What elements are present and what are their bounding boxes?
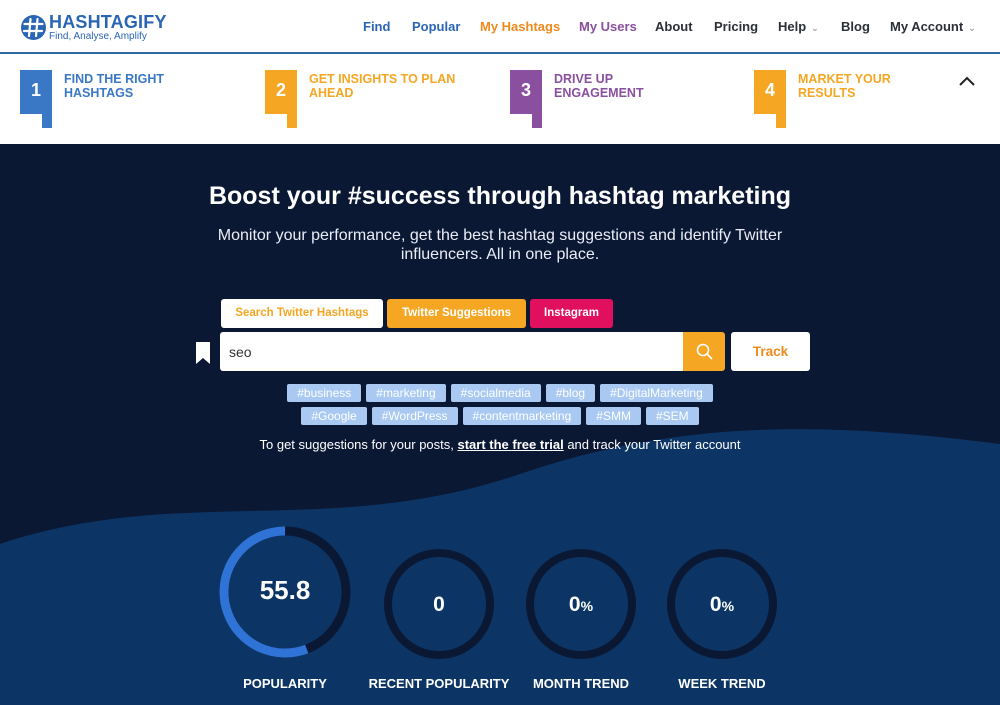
nav-about-label: About [655, 19, 693, 34]
step-text: DRIVE UP ENGAGEMENT [554, 72, 644, 100]
month-trend-unit: % [580, 598, 594, 614]
popularity-label: POPULARITY [243, 676, 327, 691]
hashtag-chip[interactable]: #Google [301, 407, 367, 425]
steps-bar: 1 FIND THE RIGHT HASHTAGS 2 GET INSIGHTS… [0, 56, 1000, 144]
tab-twitter-suggestions[interactable]: Twitter Suggestions [387, 299, 526, 328]
nav-my-account[interactable]: My Account ⌄ [890, 19, 976, 34]
month-trend-gauge: 0% [525, 548, 637, 660]
nav-help[interactable]: Help ⌄ [778, 19, 819, 34]
step-stem [776, 106, 786, 128]
hashtag-chip[interactable]: #SMM [586, 407, 641, 425]
track-button[interactable]: Track [731, 332, 810, 371]
trial-text-before: To get suggestions for your posts, [259, 437, 458, 452]
bookmark-icon[interactable] [195, 342, 211, 364]
step-4: 4 MARKET YOUR RESULTS [754, 70, 954, 130]
hero-section: Boost your #success through hashtag mark… [0, 144, 1000, 705]
month-trend-label: MONTH TREND [532, 676, 630, 691]
hashtag-chip[interactable]: #SEM [645, 407, 699, 425]
step-3: 3 DRIVE UP ENGAGEMENT [510, 70, 710, 130]
hashtag-chip[interactable]: #marketing [366, 384, 446, 402]
nav-my-hashtags-label: My Hashtags [480, 19, 561, 34]
popularity-gauge: 55.8 [218, 525, 352, 659]
step-text: FIND THE RIGHT HASHTAGS [64, 72, 164, 100]
hashtag-globe-icon [21, 14, 46, 40]
hashtag-chip[interactable]: #business [287, 384, 362, 402]
tab-instagram[interactable]: Instagram [530, 299, 613, 328]
recent-popularity-gauge: 0 [383, 548, 495, 660]
month-trend-value: 0 [568, 593, 581, 616]
recent-popularity-label: RECENT POPULARITY [368, 676, 510, 691]
hashtag-chip[interactable]: #DigitalMarketing [600, 384, 713, 402]
nav-my-account-label: My Account [890, 19, 964, 34]
hashtag-chip[interactable]: #WordPress [371, 407, 458, 425]
nav-my-hashtags[interactable]: My Hashtags [480, 19, 560, 34]
step-text: GET INSIGHTS TO PLAN AHEAD [309, 72, 456, 100]
nav-blog[interactable]: Blog [841, 19, 870, 34]
trial-text-after: and track your Twitter account [563, 437, 741, 452]
nav-find-label: Find [363, 19, 391, 34]
nav-about[interactable]: About [655, 19, 693, 34]
step-2: 2 GET INSIGHTS TO PLAN AHEAD [265, 70, 465, 130]
nav-pricing[interactable]: Pricing [714, 19, 758, 34]
hero-subtitle: Monitor your performance, get the best h… [217, 227, 783, 263]
nav-popular-label: Popular [412, 19, 461, 34]
search-icon [696, 343, 713, 360]
step-text: MARKET YOUR RESULTS [798, 72, 891, 100]
suggested-hashtags-row-2: #Google #WordPress #contentmarketing #SM… [0, 407, 1000, 425]
month-trend-value-wrap: 0% [525, 593, 637, 617]
brand-logo[interactable]: HASHTAGIFY Find, Analyse, Amplify [20, 12, 167, 42]
nav-my-users[interactable]: My Users [579, 19, 637, 34]
chevron-down-icon: ⌄ [968, 23, 976, 33]
nav-my-users-label: My Users [579, 19, 637, 34]
hashtag-chip[interactable]: #socialmedia [450, 384, 541, 402]
hashtag-search-input[interactable] [220, 332, 683, 371]
start-free-trial-link[interactable]: start the free trial [458, 437, 564, 452]
hashtag-chip[interactable]: #blog [545, 384, 596, 402]
week-trend-gauge: 0% [666, 548, 778, 660]
step-1: 1 FIND THE RIGHT HASHTAGS [20, 70, 220, 130]
step-stem [532, 106, 542, 128]
step-stem [287, 106, 297, 128]
top-navigation: HASHTAGIFY Find, Analyse, Amplify Find P… [0, 0, 1000, 54]
search-button[interactable] [683, 332, 725, 371]
week-trend-unit: % [721, 598, 735, 614]
hero-title: Boost your #success through hashtag mark… [208, 182, 792, 210]
free-trial-message: To get suggestions for your posts, start… [0, 437, 1000, 452]
brand-tagline: Find, Analyse, Amplify [49, 30, 147, 42]
week-trend-label: WEEK TREND [678, 676, 766, 691]
nav-popular[interactable]: Popular [412, 19, 460, 34]
brand-name: HASHTAGIFY [49, 11, 167, 32]
nav-blog-label: Blog [841, 19, 870, 34]
hashtag-chip[interactable]: #contentmarketing [462, 407, 582, 425]
nav-help-label: Help [778, 19, 807, 34]
week-trend-value-wrap: 0% [666, 593, 778, 617]
week-trend-value: 0 [709, 593, 722, 616]
popularity-value: 55.8 [259, 575, 311, 605]
recent-popularity-value: 0 [433, 593, 445, 616]
nav-pricing-label: Pricing [714, 19, 759, 34]
tab-search-twitter-hashtags[interactable]: Search Twitter Hashtags [221, 299, 383, 328]
nav-find[interactable]: Find [363, 19, 390, 34]
chevron-up-icon[interactable] [956, 70, 978, 92]
chevron-down-icon: ⌄ [811, 23, 819, 33]
step-stem [42, 106, 52, 128]
suggested-hashtags-row-1: #business #marketing #socialmedia #blog … [0, 384, 1000, 402]
